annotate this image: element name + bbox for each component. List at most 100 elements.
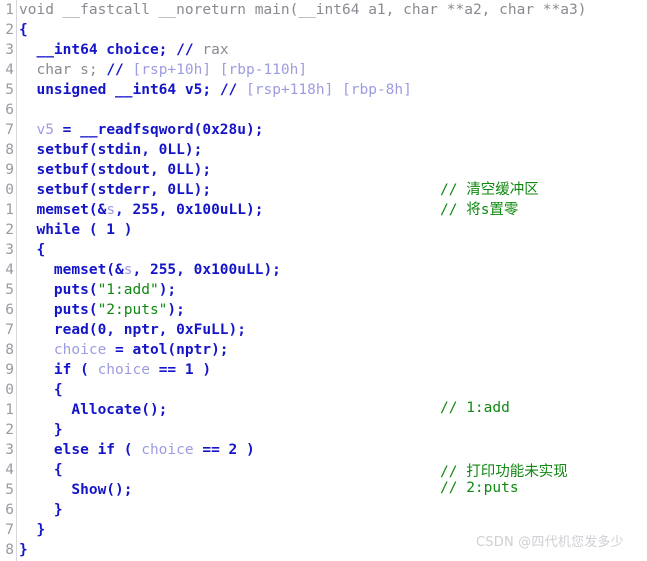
line-number: 7 bbox=[5, 522, 14, 538]
code-line[interactable]: Allocate(); bbox=[18, 400, 647, 420]
line-number: 7 bbox=[5, 122, 14, 138]
comment-marker: // bbox=[106, 62, 124, 78]
line-number: 0 bbox=[5, 382, 14, 398]
code-line[interactable]: char s; // [rsp+10h] [rbp-110h] bbox=[18, 60, 647, 80]
local-var: v5 bbox=[36, 122, 54, 138]
line-number: 3 bbox=[5, 42, 14, 58]
code-line[interactable]: unsigned __int64 v5; // [rsp+118h] [rbp-… bbox=[18, 80, 647, 100]
code-token: void __fastcall __noreturn main(__int64 … bbox=[19, 2, 587, 18]
local-var: s bbox=[123, 262, 133, 278]
code-line[interactable]: { bbox=[18, 240, 647, 260]
code-token: puts( bbox=[19, 282, 98, 298]
annotation-comment-1-add: // 1:add bbox=[440, 400, 510, 416]
code-token: ); bbox=[167, 302, 185, 318]
code-line[interactable]: } bbox=[18, 500, 647, 520]
code-line[interactable]: setbuf(stdin, 0LL); bbox=[18, 140, 647, 160]
code-token: = __readfsqword(0x28u); bbox=[53, 122, 264, 138]
line-number: 6 bbox=[5, 102, 14, 118]
line-number: 7 bbox=[5, 322, 14, 338]
line-number: 8 bbox=[5, 142, 14, 158]
line-number: 4 bbox=[5, 462, 14, 478]
code-token: , 255, 0x100uLL); bbox=[132, 262, 281, 278]
line-number: 1 bbox=[5, 2, 14, 18]
code-line[interactable]: if ( choice == 1 ) bbox=[18, 360, 647, 380]
code-token: { bbox=[19, 242, 46, 258]
code-token: = atol(nptr); bbox=[106, 342, 229, 358]
comment-marker: // bbox=[176, 42, 194, 58]
code-line[interactable]: __int64 choice; // rax bbox=[18, 40, 647, 60]
line-number: 9 bbox=[5, 162, 14, 178]
code-line[interactable]: setbuf(stdout, 0LL); bbox=[18, 160, 647, 180]
local-var: s bbox=[106, 202, 116, 218]
code-token: Allocate(); bbox=[19, 402, 168, 418]
line-number: 5 bbox=[5, 82, 14, 98]
code-token: } bbox=[19, 522, 46, 538]
line-number: 6 bbox=[5, 302, 14, 318]
code-token: read(0, nptr, 0xFuLL); bbox=[19, 322, 246, 338]
code-line[interactable]: v5 = __readfsqword(0x28u); bbox=[18, 120, 647, 140]
code-line[interactable]: while ( 1 ) bbox=[18, 220, 647, 240]
code-token: else if ( bbox=[19, 442, 142, 458]
code-line[interactable]: puts("2:puts"); bbox=[18, 300, 647, 320]
code-token: setbuf(stdin, 0LL); bbox=[19, 142, 203, 158]
line-number: 3 bbox=[5, 242, 14, 258]
code-line[interactable]: memset(&s, 255, 0x100uLL); bbox=[18, 200, 647, 220]
line-number: 8 bbox=[5, 342, 14, 358]
stack-offset-comment: [rsp+10h] [rbp-110h] bbox=[123, 62, 308, 78]
line-number: 4 bbox=[5, 262, 14, 278]
line-number: 2 bbox=[5, 422, 14, 438]
code-token: setbuf(stderr, 0LL); bbox=[19, 182, 212, 198]
code-line[interactable]: setbuf(stderr, 0LL); bbox=[18, 180, 647, 200]
code-line[interactable]: read(0, nptr, 0xFuLL); bbox=[18, 320, 647, 340]
line-number: 1 bbox=[5, 202, 14, 218]
code-token: puts( bbox=[19, 302, 98, 318]
code-token: } bbox=[19, 542, 28, 558]
code-token: == 1 ) bbox=[149, 362, 212, 378]
comment-marker: // bbox=[219, 82, 238, 98]
code-token: , 255, 0x100uLL); bbox=[115, 202, 264, 218]
line-number: 6 bbox=[5, 502, 14, 518]
code-token: ); bbox=[158, 282, 177, 298]
annotation-comment-clear-buffer: // 清空缓冲区 bbox=[440, 182, 539, 198]
line-number: 5 bbox=[5, 282, 14, 298]
local-var: choice bbox=[97, 362, 150, 378]
register-comment: rax bbox=[193, 42, 229, 58]
line-number-gutter: 1 2 3 4 5 6 7 8 9 0 1 2 3 4 5 6 7 8 9 0 … bbox=[0, 0, 17, 561]
code-token: unsigned __int64 v5; bbox=[36, 82, 212, 98]
code-line[interactable]: { bbox=[18, 380, 647, 400]
line-number: 3 bbox=[5, 442, 14, 458]
code-token: { bbox=[19, 382, 63, 398]
stack-offset-comment: [rsp+118h] [rbp-8h] bbox=[237, 82, 412, 98]
code-token: { bbox=[19, 22, 28, 38]
code-token: __int64 choice; bbox=[36, 42, 168, 58]
local-var: choice bbox=[53, 342, 107, 358]
line-number: 0 bbox=[5, 182, 14, 198]
line-number: 4 bbox=[5, 62, 14, 78]
code-token: } bbox=[19, 422, 63, 438]
code-line[interactable]: else if ( choice == 2 ) bbox=[18, 440, 647, 460]
annotation-comment-print-unimplemented: // 打印功能未实现 bbox=[440, 464, 568, 480]
code-line[interactable]: } bbox=[18, 420, 647, 440]
code-line[interactable]: void __fastcall __noreturn main(__int64 … bbox=[18, 0, 647, 20]
code-token: setbuf(stdout, 0LL); bbox=[19, 162, 212, 178]
code-line[interactable]: { bbox=[18, 20, 647, 40]
line-number: 2 bbox=[5, 22, 14, 38]
code-line[interactable]: memset(&s, 255, 0x100uLL); bbox=[18, 260, 647, 280]
code-token: char s; bbox=[36, 62, 98, 78]
code-line[interactable]: choice = atol(nptr); bbox=[18, 340, 647, 360]
code-token: { bbox=[19, 462, 63, 478]
code-line[interactable]: puts("1:add"); bbox=[18, 280, 647, 300]
code-line[interactable]: Show(); bbox=[18, 480, 647, 500]
code-token: memset(& bbox=[19, 202, 107, 218]
code-line-blank[interactable] bbox=[18, 100, 647, 120]
code-token: if ( bbox=[19, 362, 98, 378]
annotation-comment-zero-s: // 将s置零 bbox=[440, 202, 519, 218]
string-literal: "1:add" bbox=[97, 282, 159, 298]
